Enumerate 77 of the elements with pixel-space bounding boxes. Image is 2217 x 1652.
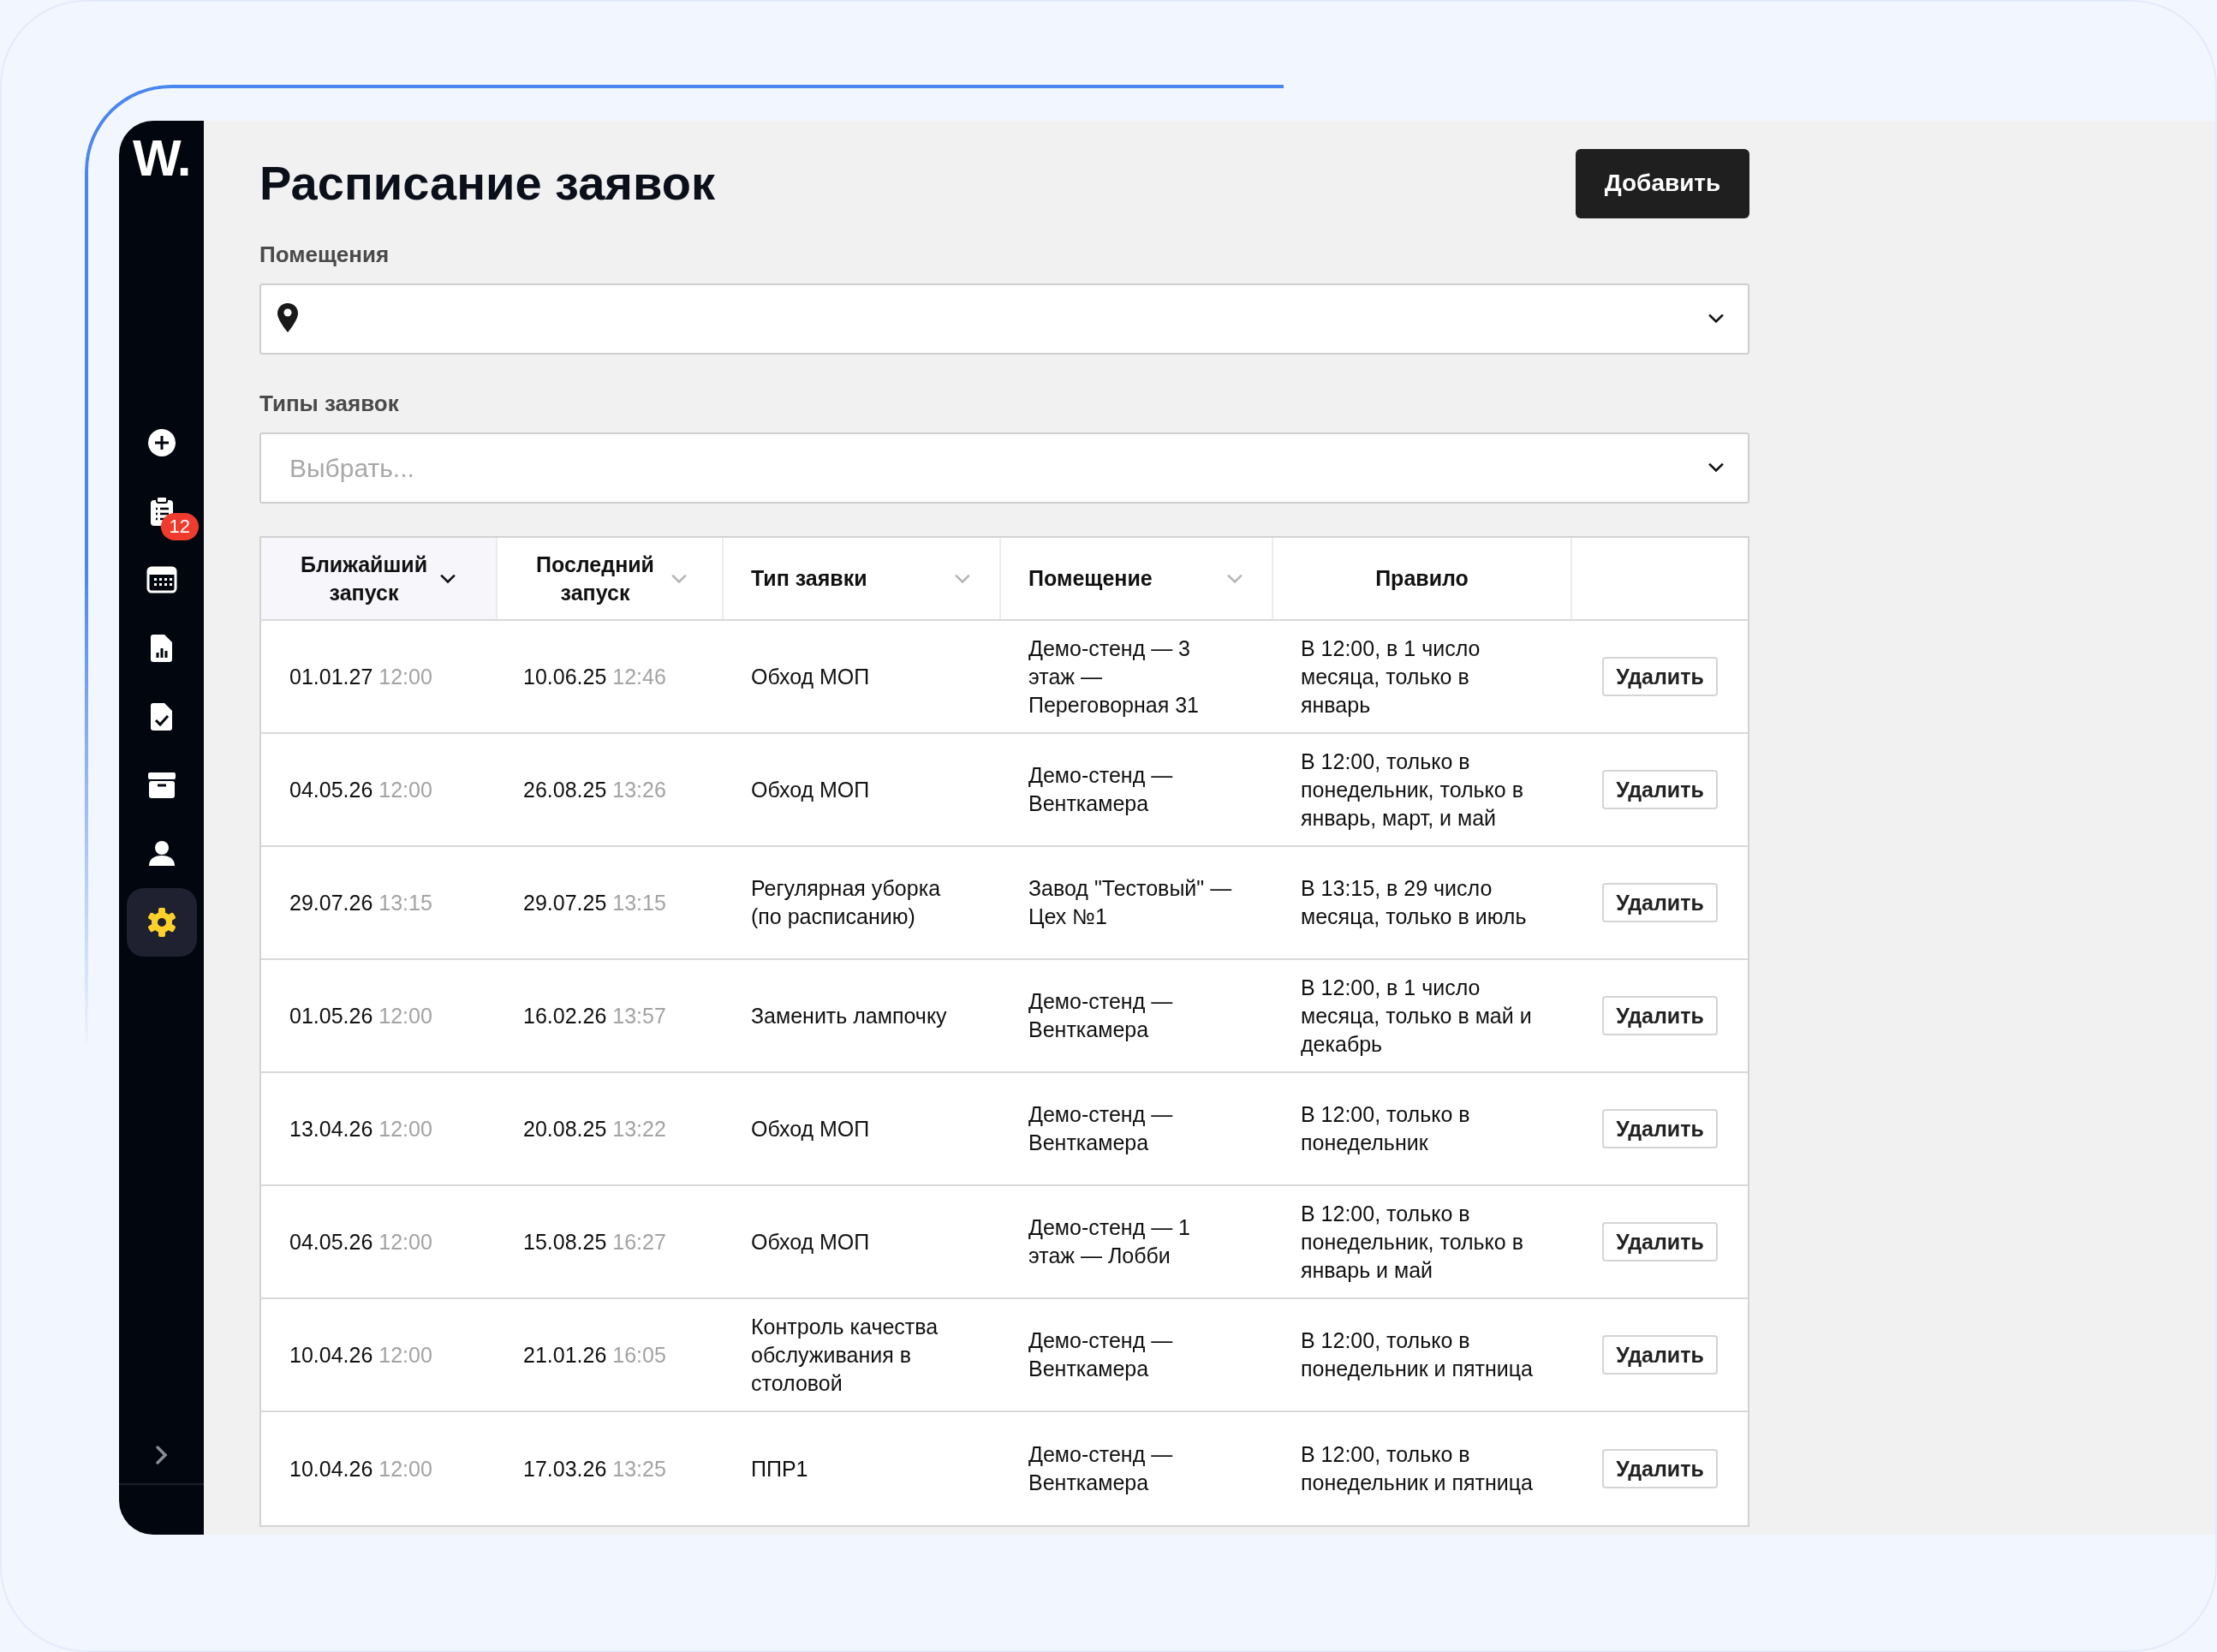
date-cell-text: 17.03.26 13:25 xyxy=(522,1455,667,1482)
document-check-icon xyxy=(150,702,173,731)
delete-button[interactable]: Удалить xyxy=(1602,996,1718,1035)
sort-icon xyxy=(670,572,688,585)
date-cell-text: 04.05.26 12:00 xyxy=(289,776,433,803)
table-cell-text: ППР1 xyxy=(751,1455,809,1482)
page-title: Расписание заявок xyxy=(259,155,715,212)
field-label: Типы заявок xyxy=(259,390,400,418)
date-cell-text: 16.02.26 13:57 xyxy=(522,1002,667,1029)
chevron-down-icon xyxy=(1707,313,1725,325)
table-cell-text: Демо-стенд — Венткамера xyxy=(1028,988,1174,1043)
date-cell-text: 15.08.25 16:27 xyxy=(522,1228,667,1255)
add-button[interactable]: Добавить xyxy=(1576,148,1749,218)
column-header[interactable]: Ближайший запуск xyxy=(261,538,498,619)
table-cell-text: Регулярная уборка (по расписанию) xyxy=(751,875,942,930)
table-cell-text: Обход МОП xyxy=(751,663,871,690)
table-cell-text: Демо-стенд — Венткамера xyxy=(1028,762,1174,817)
table-cell-text: Демо-стенд — 1 этаж — Лобби xyxy=(1028,1214,1191,1269)
column-header[interactable]: Последний запуск xyxy=(498,538,724,619)
date-cell-text: 04.05.26 12:00 xyxy=(289,1228,433,1255)
plus-icon xyxy=(146,428,176,457)
table-cell-text: Демо-стенд — 3 этаж — Переговорная 31 xyxy=(1028,635,1200,719)
table-cell-text: Обход МОП xyxy=(751,776,871,803)
table-cell-text: В 12:00, в 1 число месяца, только в май и декабрь xyxy=(1301,974,1533,1058)
table-cell-text: В 13:15, в 29 число месяца, только в июль xyxy=(1301,875,1528,930)
table-cell-text: Завод "Тестовый" — Цех №1 xyxy=(1028,875,1233,930)
field-label: Помещения xyxy=(259,241,390,269)
count-badge: 12 xyxy=(160,513,199,540)
delete-button[interactable]: Удалить xyxy=(1602,1449,1718,1488)
column-header[interactable]: Тип заявки xyxy=(724,538,1001,619)
table-cell-text: В 12:00, только в понедельник и пятница xyxy=(1301,1441,1534,1496)
select-field[interactable] xyxy=(259,283,1749,355)
date-cell-text: 10.04.26 12:00 xyxy=(289,1455,433,1482)
date-cell-text: 29.07.25 13:15 xyxy=(522,889,667,916)
sidebar-item[interactable] xyxy=(126,888,197,957)
column-header[interactable]: Помещение xyxy=(1001,538,1273,619)
date-cell-text: 01.05.26 12:00 xyxy=(289,1002,433,1029)
table-cell-text: Контроль качества обслуживания в столовой xyxy=(751,1313,939,1397)
chevron-down-icon xyxy=(1707,462,1725,474)
user-icon xyxy=(147,840,176,868)
report-icon xyxy=(150,634,173,663)
date-cell-text: 10.04.26 12:00 xyxy=(289,1341,433,1369)
table-cell-text: Обход МОП xyxy=(751,1228,871,1255)
sort-icon xyxy=(953,572,972,585)
delete-button[interactable]: Удалить xyxy=(1602,883,1718,922)
date-cell-text: 26.08.25 13:26 xyxy=(522,776,667,803)
date-cell-text: 29.07.26 13:15 xyxy=(289,889,433,916)
delete-button[interactable]: Удалить xyxy=(1602,1109,1718,1148)
table-cell-text: Заменить лампочку xyxy=(751,1002,948,1029)
table-cell-text: В 12:00, только в понедельник, только в январь и май xyxy=(1301,1200,1524,1284)
location-pin-icon xyxy=(277,302,299,333)
calendar-icon xyxy=(146,566,177,593)
date-cell-text: 01.01.27 12:00 xyxy=(289,663,433,690)
delete-button[interactable]: Удалить xyxy=(1602,770,1718,809)
select-field[interactable]: Выбрать... xyxy=(259,432,1749,504)
table-cell-text: В 12:00, только в понедельник xyxy=(1301,1101,1471,1156)
date-cell-text: 20.08.25 13:22 xyxy=(522,1115,667,1142)
delete-button[interactable]: Удалить xyxy=(1602,1335,1718,1375)
table-cell-text: В 12:00, в 1 число месяца, только в январь xyxy=(1301,635,1481,719)
settings-icon xyxy=(146,907,177,938)
date-cell-text: 21.01.26 16:05 xyxy=(522,1341,667,1369)
sidebar-item[interactable]: 12 xyxy=(126,477,197,546)
delete-button[interactable]: Удалить xyxy=(1602,657,1718,696)
date-cell-text: 10.06.25 12:46 xyxy=(522,663,667,690)
table-cell-text: В 12:00, только в понедельник и пятница xyxy=(1301,1327,1534,1382)
table-cell-text: Демо-стенд — Венткамера xyxy=(1028,1327,1174,1382)
table-cell-text: В 12:00, только в понедельник, только в январь, март, и май xyxy=(1301,748,1524,832)
date-cell-text: 13.04.26 12:00 xyxy=(289,1115,433,1142)
column-header: Правило xyxy=(1273,538,1572,619)
archive-icon xyxy=(146,772,176,799)
sort-icon xyxy=(438,572,457,585)
table-cell-text: Демо-стенд — Венткамера xyxy=(1028,1101,1174,1156)
delete-button[interactable]: Удалить xyxy=(1602,1222,1718,1261)
table-cell-text: Обход МОП xyxy=(751,1115,871,1142)
table-cell-text: Демо-стенд — Венткамера xyxy=(1028,1441,1174,1496)
sort-icon xyxy=(1225,572,1244,585)
logo[interactable]: W. xyxy=(133,133,190,184)
